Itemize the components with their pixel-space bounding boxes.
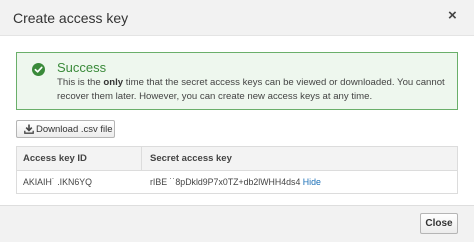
alert-text-emphasis: only <box>103 77 124 88</box>
access-key-id-cell[interactable]: AKIAIH˙ .IKN6YQ <box>23 177 92 187</box>
dialog-title: Create access key <box>13 10 129 26</box>
access-keys-table: Access key ID Secret access key AKIAIH˙ … <box>16 146 458 194</box>
check-circle-icon <box>32 63 45 76</box>
dialog-header: Create access key × <box>0 0 474 36</box>
alert-text-start: This is the <box>57 77 104 88</box>
close-button[interactable]: Close <box>420 213 458 234</box>
download-csv-button[interactable]: Download .csv file <box>16 120 115 138</box>
hide-secret-link[interactable]: Hide <box>303 177 321 187</box>
column-header-access-key-id: Access key ID <box>23 153 87 164</box>
download-button-label: Download .csv file <box>36 124 113 135</box>
close-icon[interactable]: × <box>448 8 460 23</box>
secret-access-key-cell: rIBE ˙˙8pDkld9P7x0TZ+db2lWHH4ds4 Hide <box>150 177 321 187</box>
alert-heading: Success <box>57 60 107 75</box>
download-icon <box>24 124 34 134</box>
alert-message: This is the only time that the secret ac… <box>57 76 452 104</box>
dialog-footer: Close <box>0 205 474 242</box>
secret-access-key-value[interactable]: rIBE ˙˙8pDkld9P7x0TZ+db2lWHH4ds4 <box>150 177 300 187</box>
table-header: Access key ID Secret access key <box>17 147 457 171</box>
column-header-secret-access-key: Secret access key <box>150 153 232 164</box>
create-access-key-dialog: Create access key × Success This is the … <box>0 0 474 242</box>
success-alert: Success This is the only time that the s… <box>16 52 458 110</box>
column-divider <box>141 147 142 171</box>
